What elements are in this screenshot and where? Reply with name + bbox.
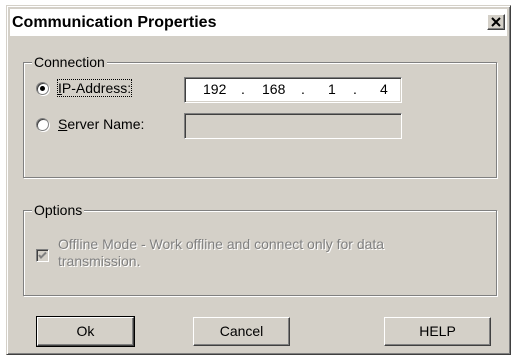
help-button[interactable]: HELP [384,317,491,346]
checkmark-icon [38,251,47,259]
connection-group: Connection IP-Address: 192 . 168 . 1 . 4… [23,54,497,178]
ip-dot-3: . [353,81,357,97]
radio-selected-dot [40,86,45,91]
ip-octet-1[interactable]: 192 [203,81,226,97]
ip-dot-1: . [241,81,245,97]
ip-address-label[interactable]: IP-Address: [56,79,133,97]
connection-legend: Connection [32,54,107,70]
cancel-button[interactable]: Cancel [193,317,290,346]
dialog-title: Communication Properties [12,14,217,31]
server-name-field[interactable] [184,113,402,139]
offline-mode-checkbox[interactable] [36,249,49,262]
options-legend: Options [32,202,85,218]
offline-mode-label-line1: Offline Mode - Work offline and connect … [58,236,385,252]
ip-dot-2: . [301,81,305,97]
options-group: Options Offline Mode - Work offline and … [23,202,497,296]
communication-properties-dialog: Communication Properties Connection IP-A… [6,5,511,355]
ip-octet-3[interactable]: 1 [328,81,336,97]
offline-mode-label-line2: transmission. [58,253,141,269]
ip-octet-4[interactable]: 4 [380,81,388,97]
title-bar[interactable]: Communication Properties [10,9,507,37]
ip-address-field[interactable]: 192 . 168 . 1 . 4 [184,77,402,103]
server-name-radio[interactable] [36,118,49,131]
ok-button[interactable]: Ok [36,316,135,347]
ip-octet-2[interactable]: 168 [262,81,285,97]
close-button[interactable] [487,14,505,30]
ip-address-radio[interactable] [36,82,49,95]
server-name-label[interactable]: Server Name: [58,116,144,132]
close-icon [491,17,501,27]
